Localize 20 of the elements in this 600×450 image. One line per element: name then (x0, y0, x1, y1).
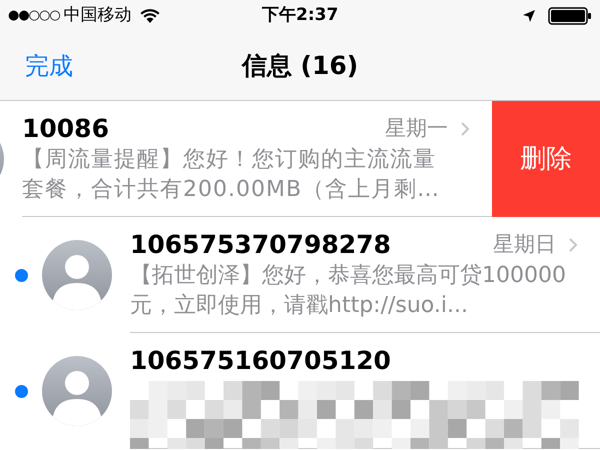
message-day: 星期一 (385, 113, 448, 145)
avatar-icon (42, 240, 112, 310)
done-button[interactable]: 完成 (25, 48, 73, 84)
wifi-icon (140, 8, 160, 24)
message-preview: 【拓世创泽】您好，恭喜您最高可贷100000元，立即使用，请戳http://suo.i... (130, 262, 567, 320)
sender-name: 106575160705120 (130, 345, 391, 377)
battery-icon (548, 7, 592, 25)
chevron-right-icon (460, 121, 470, 137)
delete-button[interactable]: 删除 (492, 101, 600, 217)
chevron-right-icon (568, 237, 578, 253)
sender-name: 10086 (22, 113, 109, 145)
avatar-icon (42, 356, 112, 426)
message-preview: 【周流量提醒】您好！您订购的主流流量套餐，合计共有200.00MB（含上月剩… (22, 146, 442, 204)
sender-name: 106575370798278 (130, 229, 391, 261)
location-arrow-icon (522, 9, 536, 23)
signal-strength: ●●○○○ (8, 7, 60, 26)
nav-title: 信息 (16) (242, 50, 358, 82)
carrier-name: 中国移动 (64, 4, 132, 28)
clock-time: 下午2:37 (262, 4, 338, 28)
message-day: 星期日 (493, 229, 556, 261)
